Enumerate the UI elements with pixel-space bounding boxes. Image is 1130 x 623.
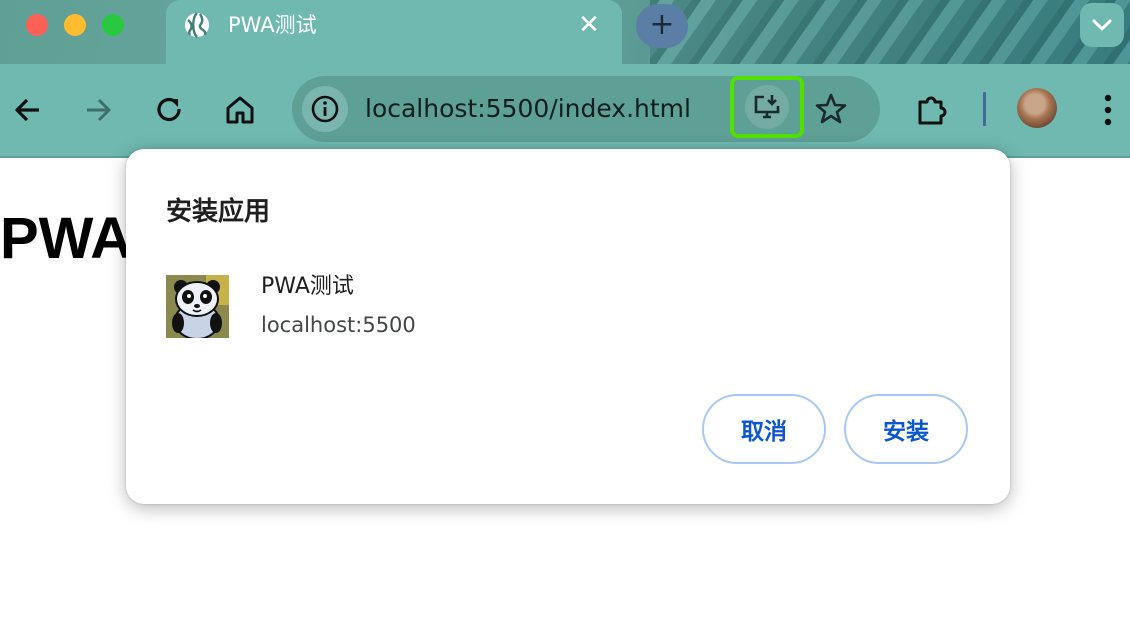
globe-icon	[185, 12, 209, 38]
toolbar-divider	[983, 92, 986, 126]
extensions-button[interactable]	[910, 88, 954, 132]
new-tab-button[interactable]: +	[636, 4, 688, 48]
arrow-right-icon	[87, 98, 111, 122]
app-name: PWA测试	[261, 274, 354, 299]
puzzle-icon	[918, 96, 947, 125]
browser-menu-button[interactable]	[1086, 88, 1130, 132]
arrow-left-icon	[15, 98, 39, 122]
install-app-icon	[754, 95, 780, 119]
home-icon	[226, 96, 254, 124]
app-origin: localhost:5500	[261, 313, 416, 337]
browser-toolbar: localhost:5500/index.html	[0, 64, 1130, 158]
window-controls	[26, 14, 124, 36]
reload-icon	[157, 97, 181, 122]
back-button[interactable]	[6, 88, 50, 132]
address-bar[interactable]: localhost:5500/index.html	[292, 76, 880, 142]
tab-search-button[interactable]	[1080, 3, 1124, 47]
tab-close-icon[interactable]: ✕	[574, 10, 604, 40]
window-background	[650, 0, 1130, 64]
tab-pwa[interactable]: PWA测试 ✕	[166, 0, 622, 64]
bookmark-button[interactable]	[812, 90, 850, 128]
install-app-button[interactable]	[730, 76, 804, 138]
kebab-menu-icon	[1104, 94, 1112, 126]
tab-title: PWA测试	[228, 13, 317, 37]
app-icon	[166, 275, 229, 338]
site-info-button[interactable]	[302, 86, 348, 132]
home-button[interactable]	[218, 88, 262, 132]
minimize-window-button[interactable]	[64, 14, 86, 36]
zoom-window-button[interactable]	[102, 14, 124, 36]
chevron-down-icon	[1092, 19, 1112, 31]
profile-avatar[interactable]	[1017, 88, 1057, 128]
panda-icon	[166, 275, 229, 338]
reload-button[interactable]	[148, 88, 192, 132]
cancel-button[interactable]: 取消	[702, 394, 826, 464]
close-window-button[interactable]	[26, 14, 48, 36]
tab-strip: PWA测试 ✕ +	[0, 0, 1130, 64]
star-icon	[815, 93, 847, 124]
install-app-dialog: 安装应用 PWA测试 localhost:5500 取消 安装	[126, 149, 1010, 504]
dialog-title: 安装应用	[166, 197, 271, 227]
url-text[interactable]: localhost:5500/index.html	[365, 92, 691, 126]
info-icon	[311, 95, 339, 123]
forward-button[interactable]	[76, 88, 120, 132]
page-heading: PWA	[0, 206, 133, 271]
install-button[interactable]: 安装	[844, 394, 968, 464]
